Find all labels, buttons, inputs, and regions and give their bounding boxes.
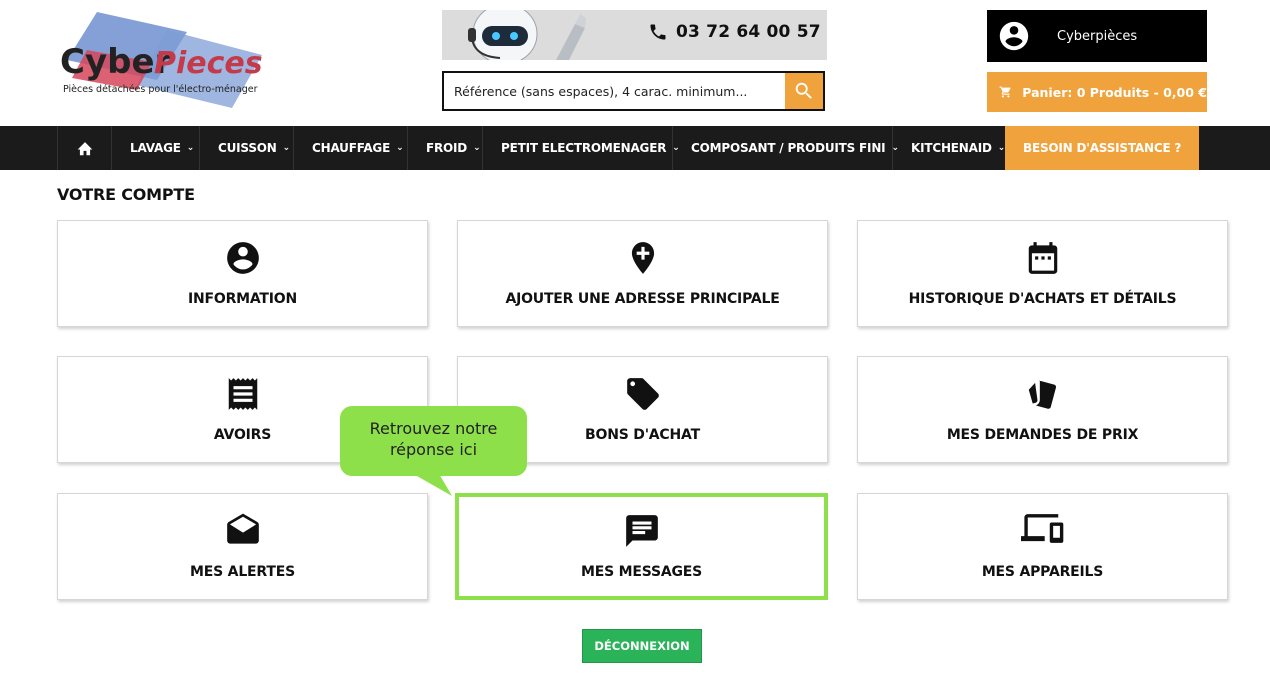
search-form bbox=[442, 71, 825, 111]
nav-item-label: PETIT ELECTROMENAGER bbox=[501, 141, 667, 155]
logout-button[interactable]: DÉCONNEXION bbox=[582, 629, 702, 663]
chevron-down-icon: ⌄ bbox=[396, 143, 404, 153]
card-information[interactable]: INFORMATION bbox=[57, 220, 428, 327]
page-title: VOTRE COMPTE bbox=[57, 185, 195, 204]
account-button[interactable]: Cyberpièces bbox=[987, 10, 1207, 62]
account-circle-icon bbox=[226, 242, 259, 274]
card-label: MES DEMANDES DE PRIX bbox=[946, 427, 1139, 443]
tooltip-text-line2: réponse ici bbox=[389, 440, 478, 459]
search-icon bbox=[795, 82, 812, 99]
search-button[interactable] bbox=[785, 73, 823, 109]
nav-item-petit-electromenager[interactable]: PETIT ELECTROMENAGER ⌄ bbox=[482, 126, 680, 170]
nav-item-label: FROID bbox=[426, 141, 468, 155]
card-alerts[interactable]: MES ALERTES bbox=[57, 493, 428, 600]
card-label: INFORMATION bbox=[187, 291, 298, 307]
tooltip-text-line1: Retrouvez notre bbox=[369, 419, 498, 438]
logo-name-part2: Pieces bbox=[154, 46, 263, 81]
home-icon bbox=[77, 142, 92, 156]
robot-mascot-image bbox=[468, 10, 586, 60]
nav-item-composant-produits-fini[interactable]: COMPOSANT / PRODUITS FINI ⌄ bbox=[672, 126, 899, 170]
tag-icon bbox=[626, 378, 659, 410]
site-logo[interactable]: Cyber Pieces Pièces détachées pour l'éle… bbox=[57, 10, 267, 112]
nav-home[interactable] bbox=[57, 126, 111, 170]
logo-tagline: Pièces détachées pour l'électro-ménager bbox=[63, 84, 258, 95]
chevron-down-icon: ⌄ bbox=[997, 143, 1006, 153]
card-label: MES APPAREILS bbox=[981, 564, 1104, 580]
card-messages[interactable]: MES MESSAGES bbox=[455, 493, 828, 600]
devices-icon bbox=[1020, 514, 1063, 543]
cart-button[interactable]: Panier: 0 Produits - 0,00 € bbox=[987, 72, 1207, 112]
price-cards-icon bbox=[1028, 380, 1056, 409]
nav-item-label: BESOIN D'ASSISTANCE ? bbox=[1023, 141, 1182, 155]
chevron-down-icon: ⌄ bbox=[473, 143, 481, 153]
nav-item-froid[interactable]: FROID ⌄ bbox=[407, 126, 482, 170]
calendar-icon bbox=[1028, 242, 1057, 274]
phone-number: 03 72 64 00 57 bbox=[676, 22, 821, 42]
nav-item-label: LAVAGE bbox=[130, 141, 181, 155]
card-price-requests[interactable]: MES DEMANDES DE PRIX bbox=[857, 356, 1228, 463]
message-icon bbox=[625, 515, 658, 547]
card-label: MES MESSAGES bbox=[580, 564, 703, 580]
card-label: AJOUTER UNE ADRESSE PRINCIPALE bbox=[505, 291, 780, 307]
phone-icon bbox=[650, 24, 666, 40]
shopping-cart-icon bbox=[999, 86, 1011, 98]
cart-summary: Panier: 0 Produits - 0,00 € bbox=[1022, 84, 1207, 100]
open-envelope-icon bbox=[226, 513, 259, 544]
nav-item-cuisson[interactable]: CUISSON ⌄ bbox=[199, 126, 293, 170]
add-location-icon bbox=[631, 242, 654, 274]
chevron-down-icon: ⌄ bbox=[186, 143, 195, 153]
nav-item-label: CUISSON bbox=[218, 141, 277, 155]
account-circle-icon bbox=[999, 21, 1029, 51]
search-input[interactable] bbox=[444, 73, 786, 109]
help-tooltip: Retrouvez notre réponse ici bbox=[340, 406, 527, 476]
nav-item-label: KITCHENAID bbox=[911, 141, 992, 155]
nav-item-assistance[interactable]: BESOIN D'ASSISTANCE ? bbox=[1005, 126, 1200, 170]
card-order-history[interactable]: HISTORIQUE D'ACHATS ET DÉTAILS bbox=[857, 220, 1228, 327]
account-label: Cyberpièces bbox=[1057, 28, 1138, 44]
receipt-icon bbox=[228, 378, 257, 410]
card-add-address[interactable]: AJOUTER UNE ADRESSE PRINCIPALE bbox=[457, 220, 828, 327]
nav-item-label: CHAUFFAGE bbox=[312, 141, 391, 155]
card-devices[interactable]: MES APPAREILS bbox=[857, 493, 1228, 600]
main-navigation: LAVAGE ⌄ CUISSON ⌄ CHAUFFAGE ⌄ FROID ⌄ PETIT… bbox=[0, 126, 1270, 170]
nav-item-chauffage[interactable]: CHAUFFAGE ⌄ bbox=[293, 126, 407, 170]
contact-banner: 03 72 64 00 57 bbox=[442, 10, 827, 60]
logo-graphic: Cyber Pieces Pièces détachées pour l'éle… bbox=[60, 12, 263, 108]
nav-item-label: COMPOSANT / PRODUITS FINI bbox=[691, 141, 886, 155]
chevron-down-icon: ⌄ bbox=[282, 143, 291, 153]
nav-item-lavage[interactable]: LAVAGE ⌄ bbox=[111, 126, 199, 170]
card-label: HISTORIQUE D'ACHATS ET DÉTAILS bbox=[908, 291, 1177, 307]
nav-item-kitchenaid[interactable]: KITCHENAID ⌄ bbox=[892, 126, 1005, 170]
phone-contact[interactable]: 03 72 64 00 57 bbox=[648, 22, 821, 42]
card-label: MES ALERTES bbox=[190, 564, 295, 580]
